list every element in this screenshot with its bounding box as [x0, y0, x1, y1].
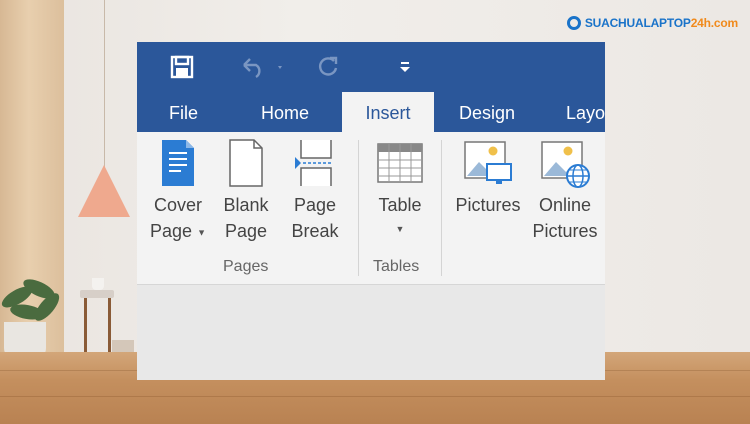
online-pictures-label-line1: Online — [538, 195, 592, 215]
tab-home[interactable]: Home — [261, 92, 309, 132]
pictures-button[interactable]: Pictures — [451, 138, 525, 218]
pendant-lamp — [78, 165, 130, 217]
customize-arrow-icon — [400, 62, 410, 72]
dropdown-caret-icon: ▼ — [395, 224, 405, 234]
save-icon — [170, 55, 194, 79]
online-pictures-label-line2: Pictures — [532, 221, 598, 241]
page-break-label-line2: Break — [291, 221, 339, 241]
cover-page-button[interactable]: Cover Page ▼ — [147, 138, 209, 245]
word-window: File Home Insert Design Layo Cover Page … — [137, 42, 605, 380]
page-break-label-line1: Page — [293, 195, 337, 215]
ribbon-tab-bar: File Home Insert Design Layo — [137, 92, 605, 132]
blank-page-label-line1: Blank — [223, 195, 269, 215]
undo-button[interactable] — [237, 52, 287, 82]
brand-watermark: SUACHUALAPTOP24h.com — [566, 14, 738, 32]
group-separator — [441, 140, 442, 276]
gear-logo-icon — [566, 16, 581, 30]
blank-page-button[interactable]: Blank Page — [219, 138, 273, 244]
redo-icon — [319, 56, 338, 76]
tab-design[interactable]: Design — [459, 92, 515, 132]
page-break-icon — [295, 140, 332, 186]
document-area — [137, 285, 605, 380]
pages-group-label: Pages — [223, 258, 269, 275]
side-table — [80, 290, 114, 298]
blank-page-label-line2: Page — [224, 221, 268, 241]
lamp-cord — [104, 0, 105, 170]
customize-toolbar-button[interactable] — [393, 52, 417, 82]
online-pictures-button[interactable]: Online Pictures — [531, 138, 599, 244]
table-label: Table — [378, 195, 422, 215]
cover-page-icon — [162, 140, 194, 186]
tab-insert[interactable]: Insert — [342, 92, 434, 132]
cover-page-label-line1: Cover — [153, 195, 202, 215]
table-grid-icon — [377, 143, 423, 183]
cup — [92, 278, 104, 290]
dropdown-caret-icon: ▼ — [197, 227, 206, 238]
tables-group-label: Tables — [373, 258, 420, 275]
floor-line — [0, 396, 750, 397]
tab-file[interactable]: File — [169, 92, 198, 132]
insert-ribbon: Cover Page ▼ Blank Page Page Break Pages — [137, 132, 605, 285]
quick-access-toolbar — [137, 42, 605, 92]
group-separator — [358, 140, 359, 276]
blank-page-icon — [229, 139, 263, 187]
pictures-icon — [464, 141, 512, 184]
pictures-label: Pictures — [455, 195, 521, 215]
save-button[interactable] — [167, 52, 197, 82]
redo-button[interactable] — [313, 52, 343, 82]
tab-layout[interactable]: Layo — [566, 92, 605, 132]
undo-icon — [243, 58, 282, 79]
cover-page-label-line2: Page ▼ — [150, 221, 206, 241]
online-pictures-icon — [541, 141, 590, 188]
table-button[interactable]: Table ▼ — [369, 138, 431, 240]
page-break-button[interactable]: Page Break — [287, 138, 343, 244]
brand-text: SUACHUALAPTOP24h.com — [584, 16, 738, 30]
